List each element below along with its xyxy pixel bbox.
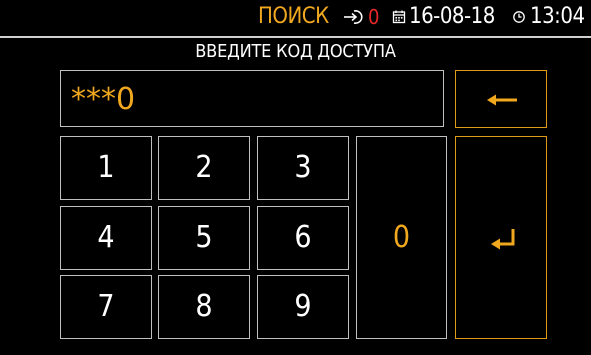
key-label: 2	[195, 150, 213, 185]
status-bar: ПОИСК 0 16-08-18 13:04	[0, 0, 591, 34]
key-label: 4	[97, 220, 115, 255]
date-display: 16-08-18	[409, 4, 495, 29]
key-4[interactable]: 4	[60, 206, 152, 270]
code-value: ***0	[71, 82, 136, 117]
access-code-screen: ПОИСК 0 16-08-18 13:04 ВВЕДИТЕ КОД ДОСТУ…	[0, 0, 591, 355]
clock-icon	[512, 0, 526, 34]
key-label: 3	[294, 150, 312, 185]
key-5[interactable]: 5	[158, 206, 250, 270]
key-label: 5	[195, 220, 213, 255]
calendar-icon	[392, 0, 406, 34]
key-3[interactable]: 3	[257, 136, 349, 200]
enter-button[interactable]	[455, 136, 547, 339]
key-1[interactable]: 1	[60, 136, 152, 200]
key-label: 9	[294, 289, 312, 324]
key-label: 1	[97, 150, 115, 185]
key-label: 6	[294, 220, 312, 255]
mode-label: ПОИСК	[258, 4, 329, 29]
key-label: 7	[97, 289, 115, 324]
code-input-field[interactable]: ***0	[60, 70, 444, 127]
key-label: 8	[195, 289, 213, 324]
key-2[interactable]: 2	[158, 136, 250, 200]
key-6[interactable]: 6	[257, 206, 349, 270]
enter-return-icon	[456, 137, 546, 338]
key-8[interactable]: 8	[158, 275, 250, 339]
page-title: ВВЕДИТЕ КОД ДОСТУПА	[195, 41, 396, 62]
key-label: 0	[392, 220, 411, 255]
key-9[interactable]: 9	[257, 275, 349, 339]
signal-input-icon	[343, 0, 363, 34]
time-display: 13:04	[530, 4, 585, 29]
event-count: 0	[368, 5, 380, 29]
key-0[interactable]: 0	[356, 136, 447, 339]
backspace-arrow-icon	[456, 71, 546, 127]
key-7[interactable]: 7	[60, 275, 152, 339]
backspace-button[interactable]	[455, 70, 547, 128]
